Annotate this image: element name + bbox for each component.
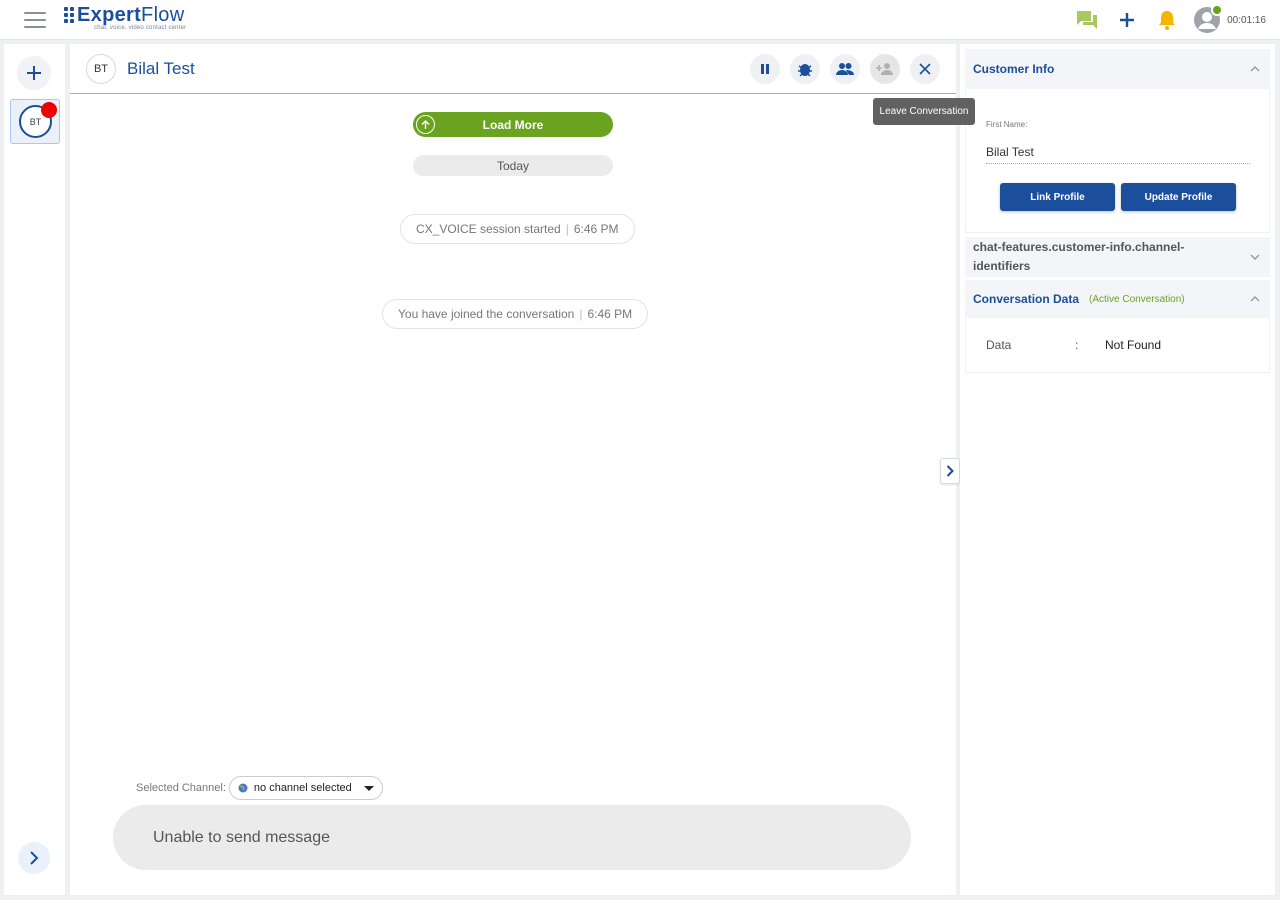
conversation-rail: BT xyxy=(4,44,65,895)
load-more-button[interactable]: Load More xyxy=(413,112,613,137)
user-avatar-icon[interactable] xyxy=(1193,4,1224,34)
logo-text: ExpertFlow xyxy=(77,4,185,26)
customer-info-panel: Customer Info First Name: Bilal Test Lin… xyxy=(960,44,1275,895)
chat-icon[interactable] xyxy=(1075,8,1099,32)
update-profile-button[interactable]: Update Profile xyxy=(1121,183,1236,211)
bot-button[interactable] xyxy=(790,54,820,84)
top-bar: ExpertFlow chat. voice. video contact ce… xyxy=(0,0,1280,40)
message-input[interactable]: Unable to send message xyxy=(113,805,911,870)
system-message-time: 6:46 PM xyxy=(587,307,633,321)
system-message: CX_VOICE session started | 6:46 PM xyxy=(400,214,635,244)
globe-icon xyxy=(238,783,248,793)
customer-avatar: BT xyxy=(86,54,116,84)
data-key: Data xyxy=(986,338,1012,352)
add-participant-button[interactable] xyxy=(870,54,900,84)
plus-icon[interactable] xyxy=(1115,8,1139,32)
arrow-up-circle-icon xyxy=(416,115,435,134)
logo-mark xyxy=(64,7,74,23)
pause-icon xyxy=(761,64,769,74)
online-status-dot xyxy=(1211,4,1224,16)
group-icon xyxy=(836,63,854,75)
system-message-time: 6:46 PM xyxy=(573,222,619,236)
link-profile-button[interactable]: Link Profile xyxy=(1000,183,1115,211)
unread-badge xyxy=(41,102,57,118)
plus-icon xyxy=(27,66,41,80)
bug-icon xyxy=(798,64,812,77)
conversation-data-body: Data : Not Found xyxy=(965,318,1270,373)
chat-panel: BT Bilal Test Load More Today CX_VOICE s… xyxy=(70,44,960,895)
chevron-up-icon xyxy=(1250,66,1260,72)
channel-select-value: no channel selected xyxy=(253,782,352,794)
menu-icon[interactable] xyxy=(24,12,46,28)
chevron-down-icon xyxy=(1250,254,1260,260)
data-value: Not Found xyxy=(1105,338,1162,352)
expand-rail-button[interactable] xyxy=(18,842,50,874)
channel-select[interactable]: no channel selected xyxy=(228,776,383,800)
toggle-right-panel-button[interactable] xyxy=(940,458,960,484)
participants-button[interactable] xyxy=(830,54,860,84)
leave-conversation-tooltip: Leave Conversation xyxy=(873,98,975,125)
system-message-text: You have joined the conversation xyxy=(398,307,575,321)
logo-tagline: chat. voice. video contact center xyxy=(94,25,187,31)
date-divider: Today xyxy=(413,155,613,176)
close-icon xyxy=(919,63,931,75)
bell-icon[interactable] xyxy=(1155,8,1179,32)
leave-conversation-button[interactable] xyxy=(910,54,940,84)
conversation-status: (Active Conversation) xyxy=(1089,293,1185,305)
first-name-field[interactable]: Bilal Test xyxy=(986,145,1250,164)
conversation-data-title: Conversation Data xyxy=(973,292,1080,306)
load-more-label: Load More xyxy=(482,117,544,132)
first-name-label: First Name: xyxy=(986,120,1028,129)
customer-name: Bilal Test xyxy=(127,59,195,78)
session-timer: 00:01:16 xyxy=(1227,14,1266,26)
conversation-data-header[interactable]: Conversation Data (Active Conversation) xyxy=(965,280,1270,318)
chat-header: BT Bilal Test xyxy=(70,44,956,94)
chevron-right-icon xyxy=(30,851,39,865)
customer-info-body: First Name: Bilal Test Link Profile Upda… xyxy=(965,89,1270,233)
active-conversation-card[interactable]: BT xyxy=(10,99,60,144)
customer-info-header[interactable]: Customer Info xyxy=(965,49,1270,89)
channel-label: Selected Channel: xyxy=(136,782,226,794)
chevron-down-icon xyxy=(363,785,374,791)
channel-identifiers-title: chat-features.customer-info.channel-iden… xyxy=(973,240,1185,273)
customer-info-title: Customer Info xyxy=(973,62,1055,76)
pause-button[interactable] xyxy=(750,54,780,84)
system-message: You have joined the conversation | 6:46 … xyxy=(382,299,649,329)
chevron-up-icon xyxy=(1250,296,1260,302)
data-separator: : xyxy=(1075,338,1079,352)
channel-selector-row: Selected Channel: no channel selected xyxy=(136,776,383,800)
chevron-right-icon xyxy=(946,465,954,477)
new-conversation-button[interactable] xyxy=(17,56,51,90)
channel-identifiers-header[interactable]: chat-features.customer-info.channel-iden… xyxy=(965,237,1270,277)
add-person-icon xyxy=(876,63,893,75)
logo: ExpertFlow chat. voice. video contact ce… xyxy=(64,5,186,31)
system-message-text: CX_VOICE session started xyxy=(416,222,561,236)
